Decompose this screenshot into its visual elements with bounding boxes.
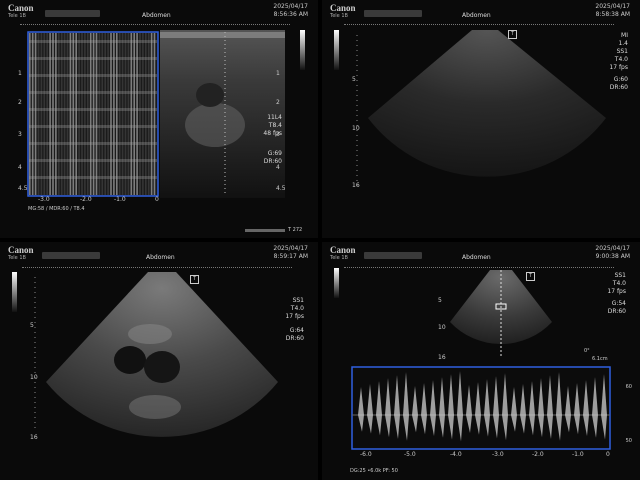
footer-left: DG:25 •6.0k PF: 50	[350, 468, 398, 474]
tick-label: 10	[30, 374, 38, 381]
imaging-params: MI 1.4 SS1 T4.0 17 fps G:60 DR:60	[609, 32, 628, 91]
doppler-scale-top: 60	[625, 384, 632, 390]
tick-label: -5.0	[404, 451, 416, 458]
tick-label: 4.5	[276, 185, 286, 192]
tick-label: -1.0	[114, 196, 126, 203]
tick-label: 4.5	[18, 185, 28, 192]
tick-label: 2	[276, 99, 280, 106]
doppler-angle: 0°	[584, 348, 590, 354]
grayscale-bar	[334, 30, 339, 70]
sector-image	[34, 272, 278, 437]
tick-label: 16	[30, 434, 38, 441]
tick-label: -2.0	[532, 451, 544, 458]
tick-label: 1	[18, 70, 22, 77]
grayscale-bar	[300, 30, 305, 70]
grayscale-bar	[12, 272, 17, 312]
panel-sector-abdomen: Canon Tele 1B Abdomen 2025/04/17 8:59:17…	[0, 242, 318, 480]
tick-label: -3.0	[492, 451, 504, 458]
orientation-marker: T	[508, 30, 517, 39]
tick-label: -3.0	[38, 196, 50, 203]
tick-label: 1	[276, 70, 280, 77]
tick-label: 5	[438, 297, 442, 304]
tick-label: -2.0	[80, 196, 92, 203]
imaging-params: SS1 T4.0 17 fps G:54 DR:60	[607, 272, 626, 315]
grayscale-bar	[334, 268, 339, 298]
gate-depth: 6.1cm	[592, 356, 608, 362]
sector-image	[356, 30, 606, 190]
tick-label: 2	[18, 99, 22, 106]
tick-label: 10	[438, 324, 446, 331]
tick-label: 5	[352, 76, 356, 83]
tick-label: 10	[352, 125, 360, 132]
footer-right: T 272	[288, 227, 303, 233]
scroll-indicator	[245, 229, 285, 232]
panel-sector-empty: Canon Tele 1B Abdomen 2025/04/17 8:58:38…	[322, 0, 640, 238]
tick-label: 0	[606, 451, 610, 458]
tick-label: 5	[30, 322, 34, 329]
tick-label: 16	[438, 354, 446, 361]
tick-label: 3	[18, 131, 22, 138]
imaging-params: SS1 T4.0 17 fps G:64 DR:60	[285, 297, 304, 342]
footer-left: MG:58 / MDR:60 / T8.4	[28, 206, 85, 212]
tick-label: -1.0	[572, 451, 584, 458]
tick-label: -4.0	[450, 451, 462, 458]
panel-mmode: Canon Tele 1B Abdomen 2025/04/17 8:56:36…	[0, 0, 318, 238]
tick-label: 0	[155, 196, 159, 203]
panel-doppler: Canon Tele 1B Abdomen 2025/04/17 9:00:38…	[322, 242, 640, 480]
imaging-params: 11L4 T8.4 48 fps G:69 DR:60	[263, 114, 282, 165]
tick-label: 16	[352, 182, 360, 189]
doppler-scale-bottom: 50	[625, 438, 632, 444]
orientation-marker: T	[526, 272, 535, 281]
tick-label: 4	[18, 164, 22, 171]
tick-label: -6.0	[360, 451, 372, 458]
orientation-marker: T	[190, 275, 199, 284]
